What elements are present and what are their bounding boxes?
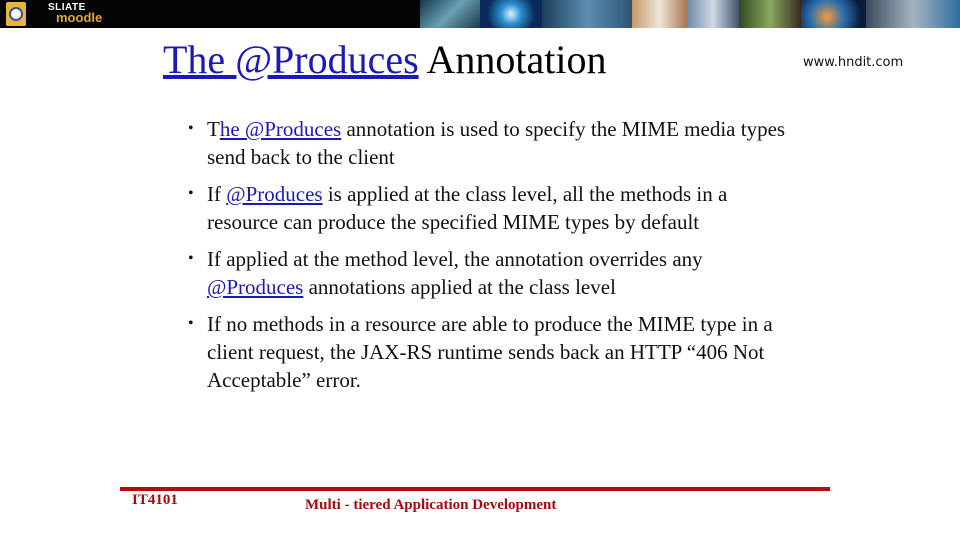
- bullet-item: • If applied at the method level, the an…: [188, 245, 788, 301]
- bullet-text: If no methods in a resource are able to …: [207, 312, 773, 392]
- bullet-text: annotations applied at the class level: [303, 275, 616, 299]
- footer-divider: [120, 487, 830, 491]
- site-url: www.hndit.com: [803, 55, 904, 70]
- banner-image-7: [801, 0, 866, 28]
- produces-link[interactable]: @Produces: [207, 275, 303, 299]
- bullet-text-prefix: T: [207, 117, 220, 141]
- produces-link[interactable]: @Produces: [226, 182, 322, 206]
- bullet-icon: •: [188, 185, 194, 202]
- banner-image-1: [420, 0, 480, 28]
- bullet-item: • If @Produces is applied at the class l…: [188, 180, 788, 236]
- banner-image-5: [687, 0, 739, 28]
- bullet-icon: •: [188, 315, 194, 332]
- course-code: IT4101: [132, 492, 178, 508]
- bullet-item: • If no methods in a resource are able t…: [188, 310, 788, 394]
- title-rest: Annotation: [418, 37, 607, 82]
- banner-image-3: [542, 0, 632, 28]
- produces-link[interactable]: he @Produces: [220, 117, 341, 141]
- bullet-icon: •: [188, 120, 194, 137]
- bullet-list: • The @Produces annotation is used to sp…: [188, 115, 788, 403]
- bullet-text-prefix: If applied at the method level, the anno…: [207, 247, 703, 271]
- banner-image-2: [480, 0, 542, 28]
- bullet-item: • The @Produces annotation is used to sp…: [188, 115, 788, 171]
- header-banner: SLIATE moodle: [0, 0, 960, 28]
- banner-image-8: [866, 0, 960, 28]
- brand-bottom-text: moodle: [56, 10, 103, 25]
- bullet-icon: •: [188, 250, 194, 267]
- title-produces-link[interactable]: The @Produces: [163, 37, 419, 82]
- institute-crest-icon: [6, 2, 26, 26]
- banner-image-6: [739, 0, 801, 28]
- brand-logo: SLIATE moodle: [48, 3, 103, 25]
- bullet-text-prefix: If: [207, 182, 227, 206]
- slide-title: The @Produces Annotation: [163, 36, 606, 83]
- course-name: Multi - tiered Application Development: [305, 497, 557, 513]
- banner-image-4: [632, 0, 687, 28]
